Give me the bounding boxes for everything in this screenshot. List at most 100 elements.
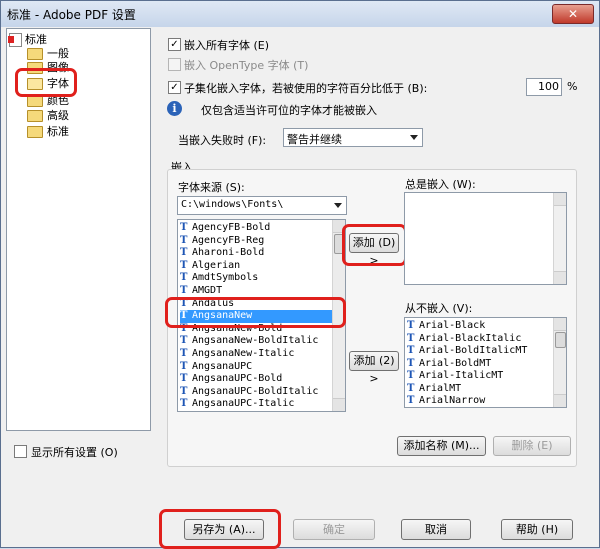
tree-item-general[interactable]: 一般	[27, 46, 69, 61]
list-item[interactable]: T Algerian	[180, 260, 332, 273]
close-button[interactable]: ✕	[552, 4, 594, 24]
scroll-down-arrow[interactable]	[333, 398, 345, 411]
when-fail-dropdown[interactable]: 警告并继续	[283, 128, 423, 147]
never-embed-label: 从不嵌入 (V):	[405, 302, 473, 315]
dialog-window: 标准 - Adobe PDF 设置 ✕ 标准 一般 图像 字体 颜色 高级 标准…	[0, 0, 600, 549]
show-all-label: 显示所有设置 (O)	[31, 446, 118, 459]
truetype-font-icon: T	[180, 247, 188, 259]
list-item[interactable]: T AngsanaNew-BoldItalic	[180, 335, 332, 348]
always-embed-list[interactable]	[404, 192, 567, 285]
cancel-button[interactable]: 取消	[401, 519, 471, 540]
list-item[interactable]: T AgencyFB-Bold	[180, 222, 332, 235]
list-item[interactable]: T AngsanaUPC-BoldItalic	[180, 386, 332, 399]
list-item[interactable]: T AgencyFB-Reg	[180, 235, 332, 248]
font-name: AngsanaUPC-BoldItalic	[192, 385, 319, 397]
list-item[interactable]: T ArialNarrow	[407, 395, 485, 407]
tree-item-label: 标准	[47, 125, 69, 138]
list-item[interactable]: T Arial-ItalicMT	[407, 370, 503, 383]
when-fail-label: 当嵌入失败时 (F):	[178, 134, 267, 147]
subset-checkbox[interactable]: ✓	[168, 81, 181, 94]
font-name: Arial-ItalicMT	[419, 370, 504, 381]
truetype-font-icon: T	[180, 285, 188, 296]
tree-item-label: 一般	[47, 47, 69, 60]
truetype-font-icon: T	[407, 332, 415, 344]
scrollbar[interactable]	[553, 318, 566, 407]
highlight-selected-font	[165, 297, 346, 328]
truetype-font-icon: T	[180, 234, 188, 246]
scroll-down-arrow[interactable]	[554, 271, 566, 284]
delete-button[interactable]: 删除 (E)	[493, 436, 571, 456]
list-item[interactable]: T Arial-BoldItalicMT	[407, 345, 527, 358]
list-item[interactable]: T AngsanaUPC-Italic	[180, 398, 332, 411]
list-item[interactable]: T Aharoni-Bold	[180, 247, 332, 260]
scrollbar[interactable]	[553, 193, 566, 284]
list-item[interactable]: T Arial-Black	[407, 320, 485, 333]
show-all-checkbox[interactable]	[14, 445, 27, 458]
truetype-font-icon: T	[180, 360, 188, 372]
embed-all-checkbox[interactable]: ✓	[168, 38, 181, 51]
list-item[interactable]: T Arial-BoldMT	[407, 358, 491, 371]
percent-sign: %	[567, 80, 578, 93]
scroll-thumb[interactable]	[555, 332, 566, 348]
folder-icon	[27, 110, 43, 122]
truetype-font-icon: T	[180, 373, 188, 385]
list-item[interactable]: T AmdtSymbols	[180, 272, 332, 285]
list-item[interactable]: T AngsanaUPC	[180, 361, 332, 374]
font-name: Arial-Black	[419, 320, 486, 331]
truetype-font-icon: T	[407, 370, 415, 381]
font-name: ArialMT	[419, 382, 462, 394]
truetype-font-icon: T	[407, 320, 415, 331]
scroll-up-arrow[interactable]	[554, 193, 566, 206]
truetype-font-icon: T	[407, 382, 415, 394]
chevron-down-icon	[334, 203, 342, 208]
tree-item-standards[interactable]: 标准	[27, 124, 69, 139]
font-source-value: C:\windows\Fonts\	[181, 199, 284, 210]
font-name: AgencyFB-Bold	[192, 222, 271, 233]
subset-label: 子集化嵌入字体，若被使用的字符百分比低于 (B):	[184, 82, 428, 95]
font-name: Arial-BlackItalic	[419, 332, 522, 344]
tree-root-label: 标准	[25, 33, 47, 46]
font-source-label: 字体来源 (S):	[178, 181, 245, 194]
list-item[interactable]: T Arial-BlackItalic	[407, 333, 521, 346]
font-name: Arial-BoldMT	[419, 357, 492, 369]
never-embed-list[interactable]: T Arial-Black T Arial-BlackItalic T Arial-Bol…	[404, 317, 567, 408]
truetype-font-icon: T	[180, 348, 188, 359]
scroll-down-arrow[interactable]	[554, 394, 566, 407]
font-name: AngsanaUPC	[192, 360, 253, 372]
truetype-font-icon: T	[180, 222, 188, 233]
truetype-font-icon: T	[180, 335, 188, 347]
subset-percent-input[interactable]: 100	[526, 78, 562, 96]
tree-item-label: 高级	[47, 109, 69, 122]
list-item[interactable]: T AngsanaNew-Italic	[180, 348, 332, 361]
highlight-fonts-item	[15, 68, 77, 97]
always-embed-label: 总是嵌入 (W):	[405, 178, 476, 191]
font-name: AngsanaUPC-Italic	[192, 398, 295, 410]
list-item[interactable]: T ArialMT	[407, 383, 461, 396]
when-fail-value: 警告并继续	[287, 133, 342, 146]
list-item[interactable]: T AngsanaUPC-Bold	[180, 373, 332, 386]
folder-icon	[27, 126, 43, 138]
font-name: AngsanaNew-Italic	[192, 348, 295, 359]
list-item[interactable]: T AMGDT	[180, 285, 332, 298]
truetype-font-icon: T	[180, 272, 188, 284]
tree-item-root[interactable]: 标准	[8, 32, 47, 47]
tree-item-advanced[interactable]: 高级	[27, 108, 69, 123]
font-name: AngsanaUPC-Bold	[192, 373, 283, 385]
highlight-add-button	[342, 224, 407, 266]
truetype-font-icon: T	[407, 357, 415, 369]
font-name: AngsanaNew-BoldItalic	[192, 335, 319, 347]
info-icon: i	[167, 101, 182, 116]
ok-button[interactable]: 确定	[293, 519, 375, 540]
embed-all-label: 嵌入所有字体 (E)	[184, 39, 270, 52]
help-button[interactable]: 帮助 (H)	[501, 519, 573, 540]
add-never-button[interactable]: 添加 (2) >	[349, 351, 399, 385]
font-name: Algerian	[192, 259, 241, 271]
truetype-font-icon: T	[407, 395, 415, 406]
title-bar: 标准 - Adobe PDF 设置 ✕	[1, 1, 599, 27]
add-name-button[interactable]: 添加名称 (M)...	[397, 436, 486, 456]
scroll-up-arrow[interactable]	[554, 318, 566, 331]
highlight-save-as	[159, 509, 281, 549]
font-name: Arial-BoldItalicMT	[419, 345, 528, 356]
font-source-dropdown[interactable]: C:\windows\Fonts\	[177, 196, 347, 215]
embed-opentype-checkbox[interactable]	[168, 58, 181, 71]
